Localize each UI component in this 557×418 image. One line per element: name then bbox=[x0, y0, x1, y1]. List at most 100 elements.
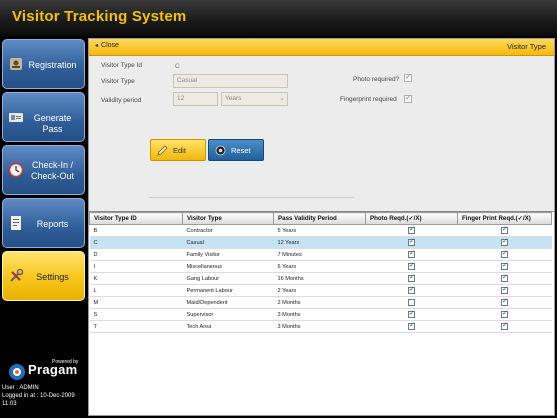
cell-id: I bbox=[89, 260, 183, 273]
table-row[interactable]: L Permanent Labour 2 Years bbox=[89, 284, 552, 297]
close-label: Close bbox=[101, 42, 119, 49]
table-row[interactable]: S Supervisor 3 Months bbox=[89, 308, 552, 321]
reset-icon bbox=[215, 145, 226, 156]
validity-unit-value: Years bbox=[225, 95, 242, 102]
sidebar-item-generate-pass[interactable]: Generate Pass bbox=[2, 92, 85, 142]
sidebar-item-registration[interactable]: Registration bbox=[2, 39, 85, 89]
fingerprint-reqd-checkbox[interactable] bbox=[501, 261, 508, 270]
table-row[interactable]: D Family Visitor 7 Minutes bbox=[89, 248, 552, 261]
sidebar-item-reports[interactable]: Reports bbox=[2, 198, 85, 248]
sidebar-item-check-in-out[interactable]: Check-In / Check-Out bbox=[2, 145, 85, 195]
pass-icon bbox=[9, 113, 23, 122]
edit-button[interactable]: Edit bbox=[150, 139, 206, 161]
cell-type: Supervisor bbox=[182, 308, 274, 321]
cell-validity: 5 Years bbox=[273, 224, 366, 237]
sidebar-item-settings[interactable]: Settings bbox=[2, 251, 85, 301]
column-header-type[interactable]: Visitor Type bbox=[182, 212, 274, 225]
cell-id: D bbox=[89, 248, 183, 261]
table-row[interactable]: M Maid/Dependent 2 Months bbox=[89, 296, 552, 309]
photo-reqd-checkbox[interactable] bbox=[408, 285, 415, 294]
fingerprint-reqd-checkbox[interactable] bbox=[501, 297, 508, 306]
cell-photo bbox=[365, 272, 458, 285]
form-divider bbox=[149, 197, 354, 198]
cell-id: C bbox=[89, 236, 183, 249]
cell-type: Family Visitor bbox=[182, 248, 274, 261]
user-info: User : ADMIN Logged in at : 10-Dec-2009 … bbox=[2, 384, 75, 408]
table-row[interactable]: C Casual 12 Years bbox=[89, 236, 552, 249]
column-header-photo[interactable]: Photo Reqd.(✓/X) bbox=[365, 212, 458, 225]
fingerprint-reqd-checkbox[interactable] bbox=[501, 321, 508, 330]
photo-required-label: Photo required? bbox=[353, 76, 400, 83]
visitor-type-id-label: Visitor Type Id bbox=[101, 62, 142, 69]
photo-reqd-checkbox[interactable] bbox=[408, 237, 415, 246]
sidebar-item-label: Generate Pass bbox=[33, 113, 72, 134]
panel-header: ◂ Close Visitor Type bbox=[89, 39, 554, 56]
cell-validity: 2 Months bbox=[273, 296, 366, 309]
visitor-type-input[interactable]: Casual bbox=[173, 74, 288, 88]
cell-type: Miscellaneous bbox=[182, 260, 274, 273]
edit-label: Edit bbox=[173, 146, 186, 155]
photo-reqd-checkbox[interactable] bbox=[408, 249, 415, 258]
photo-reqd-checkbox[interactable] bbox=[408, 225, 415, 234]
visitor-type-form: Visitor Type Id C Visitor Type Casual Va… bbox=[89, 56, 554, 198]
cell-photo bbox=[365, 284, 458, 297]
cell-type: Casual bbox=[182, 236, 274, 249]
cell-finger bbox=[457, 248, 552, 261]
app-title: Visitor Tracking System bbox=[12, 8, 187, 25]
table-row[interactable]: I Miscellaneous 6 Years bbox=[89, 260, 552, 273]
photo-reqd-checkbox[interactable] bbox=[408, 299, 415, 306]
report-icon bbox=[11, 216, 21, 230]
cell-id: L bbox=[89, 284, 183, 297]
cell-id: K bbox=[89, 272, 183, 285]
cell-photo bbox=[365, 308, 458, 321]
cell-type: Tech Area bbox=[182, 320, 274, 333]
fingerprint-reqd-checkbox[interactable] bbox=[501, 273, 508, 282]
photo-required-checkbox[interactable] bbox=[404, 72, 412, 82]
fingerprint-reqd-checkbox[interactable] bbox=[501, 285, 508, 294]
column-header-id[interactable]: Visitor Type ID bbox=[89, 212, 183, 225]
cell-type: Maid/Dependent bbox=[182, 296, 274, 309]
pencil-icon bbox=[157, 145, 168, 156]
cell-finger bbox=[457, 272, 552, 285]
fingerprint-reqd-checkbox[interactable] bbox=[501, 237, 508, 246]
table-header-row: Visitor Type ID Visitor Type Pass Validi… bbox=[89, 212, 552, 225]
sidebar: Registration Generate Pass Check-In / Ch… bbox=[0, 38, 86, 418]
cell-finger bbox=[457, 236, 552, 249]
cell-finger bbox=[457, 284, 552, 297]
photo-reqd-checkbox[interactable] bbox=[408, 261, 415, 270]
photo-reqd-checkbox[interactable] bbox=[408, 321, 415, 330]
cell-photo bbox=[365, 224, 458, 237]
fingerprint-reqd-checkbox[interactable] bbox=[501, 225, 508, 234]
reset-button[interactable]: Reset bbox=[208, 139, 264, 161]
close-button[interactable]: ◂ Close bbox=[95, 42, 119, 49]
cell-finger bbox=[457, 224, 552, 237]
fingerprint-reqd-checkbox[interactable] bbox=[501, 249, 508, 258]
tools-icon bbox=[10, 268, 24, 282]
main-panel: ◂ Close Visitor Type Visitor Type Id C Vi… bbox=[88, 38, 555, 416]
cell-photo bbox=[365, 320, 458, 333]
chevron-down-icon: ⌄ bbox=[279, 95, 285, 102]
cell-photo bbox=[365, 236, 458, 249]
pragam-logo-icon bbox=[9, 364, 25, 380]
photo-reqd-checkbox[interactable] bbox=[408, 273, 415, 282]
cell-photo bbox=[365, 296, 458, 309]
visitor-type-table: Visitor Type ID Visitor Type Pass Validi… bbox=[89, 211, 554, 415]
column-header-fingerprint[interactable]: Finger Print Reqd.(✓/X) bbox=[457, 212, 552, 225]
photo-reqd-checkbox[interactable] bbox=[408, 309, 415, 318]
fingerprint-reqd-checkbox[interactable] bbox=[501, 309, 508, 318]
visitor-type-label: Visitor Type bbox=[101, 78, 135, 85]
cell-validity: 6 Years bbox=[273, 260, 366, 273]
table-row[interactable]: T Tech Area 3 Months bbox=[89, 320, 552, 333]
visitor-type-id-value: C bbox=[175, 63, 180, 70]
cell-type: Contractor bbox=[182, 224, 274, 237]
cell-validity: 12 Years bbox=[273, 236, 366, 249]
table-row[interactable]: B Contractor 5 Years bbox=[89, 224, 552, 237]
table-row[interactable]: K Gang Labour 16 Months bbox=[89, 272, 552, 285]
validity-period-input[interactable]: 12 bbox=[173, 92, 218, 106]
column-header-validity[interactable]: Pass Validity Period bbox=[273, 212, 366, 225]
fingerprint-required-checkbox[interactable] bbox=[404, 93, 412, 103]
sidebar-item-label: Reports bbox=[36, 219, 69, 229]
back-arrow-icon: ◂ bbox=[95, 43, 99, 49]
cell-type: Permanent Labour bbox=[182, 284, 274, 297]
validity-unit-select[interactable]: Years ⌄ bbox=[221, 92, 288, 106]
